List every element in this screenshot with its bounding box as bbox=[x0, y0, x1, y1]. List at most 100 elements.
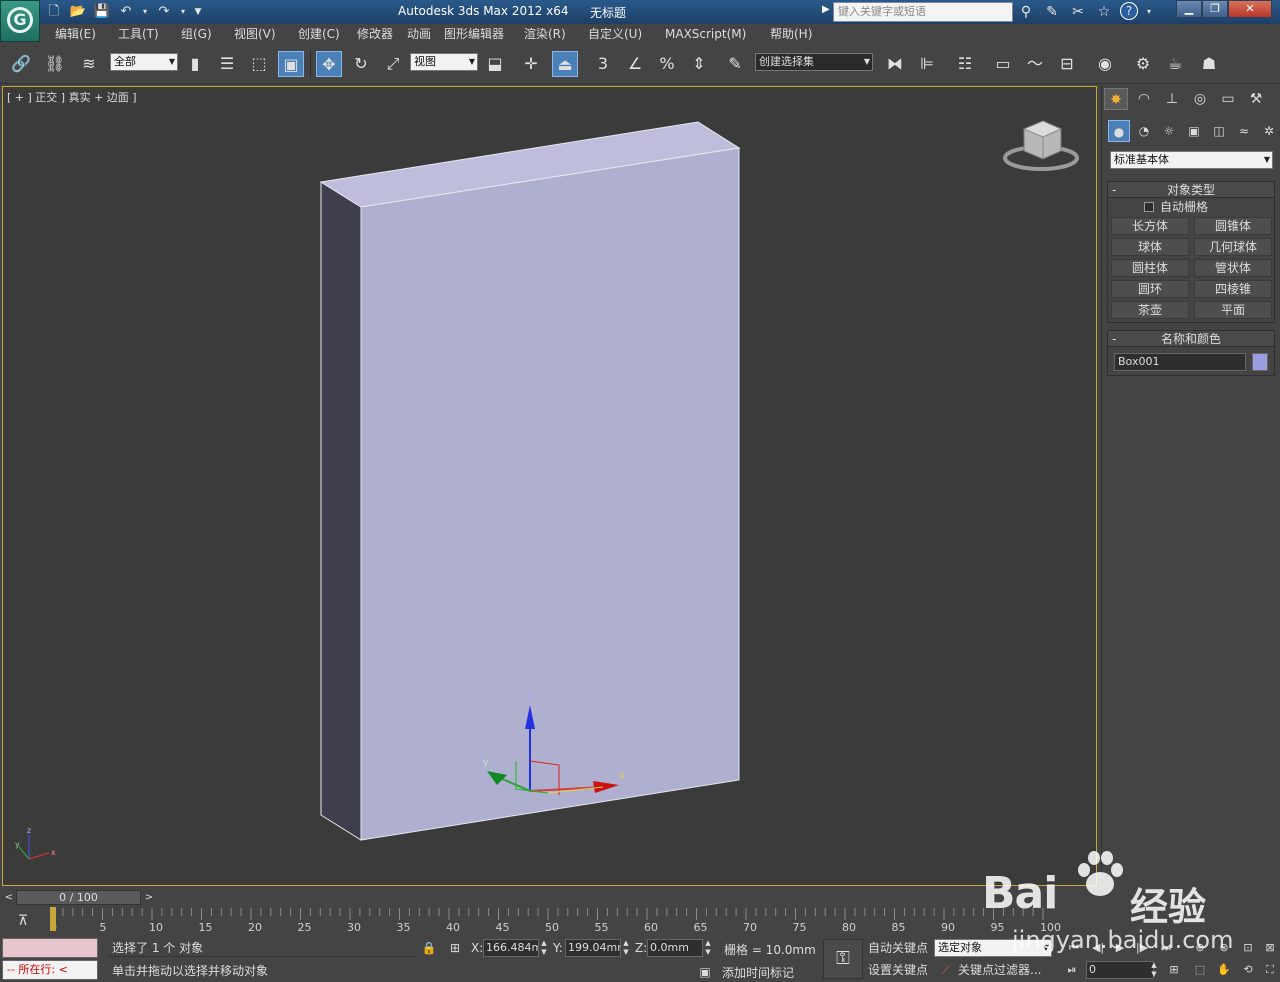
keyboard-shortcut-override-icon[interactable]: ⏏ bbox=[552, 51, 578, 77]
snaps-toggle-icon[interactable]: 3 bbox=[590, 51, 616, 77]
object-type-button[interactable]: 球体 bbox=[1111, 238, 1189, 256]
menu-item-10[interactable]: MAXScript(M) bbox=[665, 24, 746, 44]
app-menu-button[interactable]: G bbox=[0, 0, 40, 42]
key-filters-button[interactable]: 关键点过滤器... bbox=[958, 961, 1041, 979]
help-dropdown-icon[interactable]: ▾ bbox=[1144, 2, 1154, 22]
geometry-icon[interactable]: ● bbox=[1108, 120, 1130, 142]
redo-icon[interactable]: ↷ bbox=[154, 2, 174, 22]
object-type-button[interactable]: 圆柱体 bbox=[1111, 259, 1189, 277]
set-key-icon[interactable]: ⚿ bbox=[823, 939, 863, 979]
qat-customize-icon[interactable]: ▼ bbox=[192, 2, 204, 22]
selection-filter-dropdown[interactable]: 全部 bbox=[110, 53, 178, 71]
window-crossing-icon[interactable]: ▣ bbox=[278, 51, 304, 77]
helpers-icon[interactable]: ◫ bbox=[1208, 120, 1230, 142]
y-spinner[interactable]: ▲ ▼ bbox=[622, 939, 630, 957]
render-setup-icon[interactable]: ⚙ bbox=[1130, 51, 1156, 77]
menu-item-0[interactable]: 编辑(E) bbox=[55, 24, 96, 44]
menu-item-3[interactable]: 视图(V) bbox=[234, 24, 276, 44]
select-and-link-icon[interactable]: 🔗 bbox=[8, 51, 34, 77]
object-type-button[interactable]: 圆锥体 bbox=[1194, 217, 1272, 235]
maximize-viewport-icon[interactable]: ⛶ bbox=[1260, 961, 1280, 979]
absolute-mode-icon[interactable]: ⊞ bbox=[446, 939, 464, 957]
menu-item-1[interactable]: 工具(T) bbox=[118, 24, 159, 44]
communication-icon[interactable]: ✂ bbox=[1068, 2, 1088, 22]
region-zoom-icon[interactable]: ⬚ bbox=[1190, 961, 1210, 979]
x-spinner[interactable]: ▲ ▼ bbox=[540, 939, 548, 957]
x-coordinate-input[interactable]: 166.484mm bbox=[483, 939, 539, 957]
spinner-snap-icon[interactable]: ⇕ bbox=[686, 51, 712, 77]
modify-tab-icon[interactable]: ◠ bbox=[1132, 88, 1156, 110]
hierarchy-tab-icon[interactable]: ⊥ bbox=[1160, 88, 1184, 110]
time-slider-track[interactable] bbox=[156, 890, 1280, 905]
go-to-end-icon[interactable]: ⏭ bbox=[1156, 939, 1176, 957]
select-by-name-icon[interactable]: ☰ bbox=[214, 51, 240, 77]
object-type-button[interactable]: 圆环 bbox=[1111, 280, 1189, 298]
box-side-face[interactable] bbox=[320, 181, 362, 841]
frame-spinner[interactable]: ▲ ▼ bbox=[1150, 961, 1158, 979]
shapes-icon[interactable]: ◔ bbox=[1133, 120, 1155, 142]
key-mode-toggle-icon[interactable]: ⏯ bbox=[1062, 961, 1082, 979]
undo-icon[interactable]: ↶ bbox=[116, 2, 136, 22]
box-front-face[interactable] bbox=[360, 147, 740, 841]
select-and-move-icon[interactable]: ✥ bbox=[316, 51, 342, 77]
bind-to-space-warp-icon[interactable]: ≋ bbox=[76, 51, 102, 77]
add-time-tag[interactable]: 添加时间标记 bbox=[722, 964, 794, 981]
schematic-view-icon[interactable]: ⊟ bbox=[1054, 51, 1080, 77]
viewcube[interactable] bbox=[1003, 120, 1079, 171]
graphite-modeling-icon[interactable]: ▭ bbox=[990, 51, 1016, 77]
zoom-extents-icon[interactable]: ⊡ bbox=[1238, 939, 1258, 957]
autogrid-checkbox-row[interactable]: 自动栅格 bbox=[1108, 198, 1274, 216]
key-mode-icon[interactable]: ⟋ bbox=[936, 961, 956, 979]
zoom-extents-all-icon[interactable]: ⊠ bbox=[1260, 939, 1280, 957]
time-slider-prev-icon[interactable]: < bbox=[2, 890, 16, 905]
close-icon[interactable]: ✕ bbox=[1228, 0, 1272, 18]
current-frame-marker[interactable] bbox=[50, 907, 56, 931]
new-file-icon[interactable]: 🗋 bbox=[44, 2, 64, 22]
render-production-icon[interactable]: ☗ bbox=[1196, 51, 1222, 77]
pivot-center-icon[interactable]: ⬓ bbox=[482, 51, 508, 77]
maximize-icon[interactable]: ❐ bbox=[1202, 0, 1228, 18]
object-type-button[interactable]: 管状体 bbox=[1194, 259, 1272, 277]
zoom-all-icon[interactable]: ⊗ bbox=[1214, 939, 1234, 957]
systems-icon[interactable]: ✲ bbox=[1258, 120, 1280, 142]
geometry-category-dropdown[interactable]: 标准基本体 bbox=[1110, 151, 1273, 169]
auto-key-button[interactable]: 自动关键点 bbox=[866, 939, 930, 957]
object-type-button[interactable]: 四棱锥 bbox=[1194, 280, 1272, 298]
curve-editor-icon[interactable]: 〜 bbox=[1022, 51, 1048, 77]
rectangular-selection-icon[interactable]: ⬚ bbox=[246, 51, 272, 77]
perspective-viewport[interactable]: [ + ] 正交 ] 真实 + 边面 ] z x y z x y bbox=[2, 86, 1097, 886]
utilities-tab-icon[interactable]: ⚒ bbox=[1244, 88, 1268, 110]
save-file-icon[interactable]: 💾 bbox=[92, 2, 112, 22]
timeline-ruler[interactable]: 0510152025303540455055606570758085909510… bbox=[0, 906, 1280, 936]
menu-item-4[interactable]: 创建(C) bbox=[298, 24, 340, 44]
favorites-icon[interactable]: ☆ bbox=[1094, 2, 1114, 22]
subscription-icon[interactable]: ✎ bbox=[1042, 2, 1062, 22]
current-frame-input[interactable]: 0 bbox=[1086, 961, 1154, 979]
minimize-icon[interactable]: ▁ bbox=[1176, 0, 1202, 18]
menu-item-5[interactable]: 修改器 bbox=[357, 24, 393, 44]
create-tab-icon[interactable]: ✸ bbox=[1104, 88, 1128, 110]
track-bar[interactable]: ⊼ 05101520253035404550556065707580859095… bbox=[0, 906, 1280, 936]
undo-dropdown-icon[interactable]: ▾ bbox=[140, 2, 150, 22]
binoculars-icon[interactable]: ⚲ bbox=[1016, 2, 1036, 22]
space-warps-icon[interactable]: ≈ bbox=[1233, 120, 1255, 142]
key-selection-dropdown[interactable]: 选定对象 bbox=[934, 939, 1052, 957]
display-tab-icon[interactable]: ▭ bbox=[1216, 88, 1240, 110]
select-and-scale-icon[interactable]: ⤢ bbox=[380, 51, 406, 77]
object-type-rollout-header[interactable]: - 对象类型 bbox=[1108, 182, 1274, 198]
percent-snap-icon[interactable]: % bbox=[654, 51, 680, 77]
menu-item-2[interactable]: 组(G) bbox=[181, 24, 212, 44]
object-name-input[interactable]: Box001 bbox=[1114, 353, 1246, 371]
menu-item-7[interactable]: 图形编辑器 bbox=[444, 24, 504, 44]
y-coordinate-input[interactable]: 199.04mm bbox=[565, 939, 621, 957]
object-type-button[interactable]: 长方体 bbox=[1111, 217, 1189, 235]
play-icon[interactable]: ▶ bbox=[1110, 939, 1130, 957]
menu-item-6[interactable]: 动画 bbox=[407, 24, 431, 44]
named-selection-dropdown[interactable]: 创建选择集 bbox=[755, 53, 873, 71]
maxscript-listener-input[interactable] bbox=[2, 938, 98, 958]
time-configuration-icon[interactable]: ⊞ bbox=[1164, 961, 1184, 979]
maxscript-output[interactable]: -- 所在行: < bbox=[2, 960, 98, 980]
object-type-button[interactable]: 几何球体 bbox=[1194, 238, 1272, 256]
angle-snap-icon[interactable]: ∠ bbox=[622, 51, 648, 77]
orbit-icon[interactable]: ⟲ bbox=[1238, 961, 1258, 979]
